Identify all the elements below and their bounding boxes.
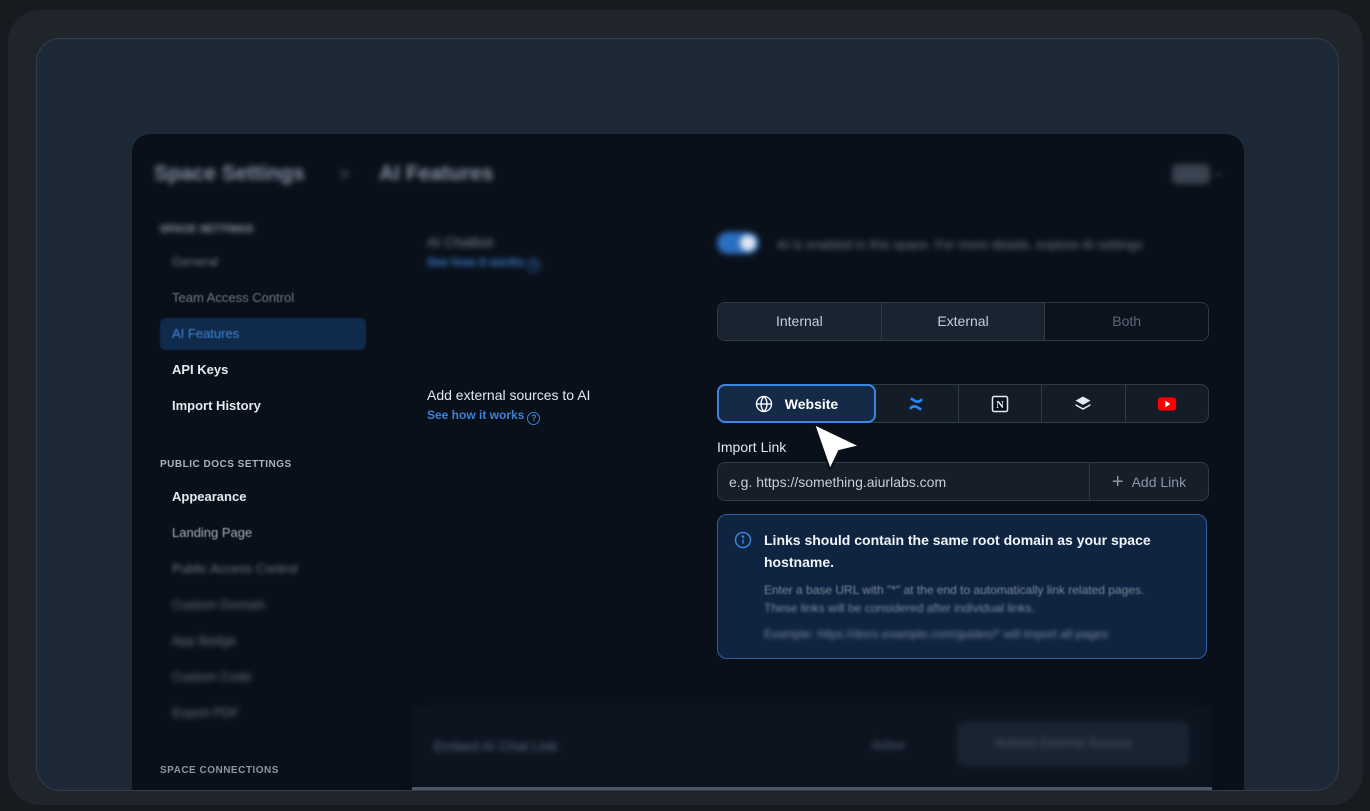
- breadcrumb-separator: >: [339, 164, 350, 184]
- source-tabs: Website N: [717, 384, 1209, 423]
- confluence-icon: [909, 396, 923, 411]
- sidebar-item-public-access-control[interactable]: Public Access Control: [160, 553, 366, 585]
- embed-chat-title: Embed AI Chat Link: [434, 738, 558, 754]
- plus-icon: +: [1111, 470, 1124, 493]
- info-box: Links should contain the same root domai…: [717, 514, 1207, 659]
- see-how-it-works-link[interactable]: See how it works?: [427, 408, 541, 425]
- tab-youtube[interactable]: [1126, 385, 1209, 422]
- add-link-button[interactable]: + Add Link: [1089, 463, 1208, 500]
- refresh-sources-button[interactable]: Refresh External Sources: [957, 722, 1189, 766]
- ai-chatbot-label: AI Chatbot: [427, 234, 494, 250]
- globe-icon: [755, 395, 772, 412]
- sidebar-item-custom-domain[interactable]: Custom Domain: [160, 589, 366, 621]
- layers-icon: [1075, 396, 1091, 410]
- horizontal-scrollbar[interactable]: [412, 787, 1212, 790]
- tab-confluence[interactable]: [875, 385, 959, 422]
- tab-notion[interactable]: N: [959, 385, 1042, 422]
- chevron-down-icon[interactable]: ⌄: [1213, 164, 1224, 180]
- ai-toggle-description: AI is enabled in this space. For more de…: [777, 237, 1143, 252]
- sidebar-item-general[interactable]: General: [160, 246, 366, 278]
- segment-external[interactable]: External: [881, 303, 1046, 340]
- mode-segmented-control: Internal External Both: [717, 302, 1209, 341]
- svg-text:N: N: [996, 399, 1004, 411]
- embed-chat-bar: Embed AI Chat Link Active Refresh Extern…: [412, 704, 1212, 790]
- sidebar-section-heading: SPACE SETTINGS: [160, 224, 254, 235]
- preview-stage: Space Settings > AI Features ⌄ SPACE SET…: [36, 38, 1339, 791]
- sidebar-item-export-pdf[interactable]: Export PDF: [160, 697, 366, 729]
- import-link-label: Import Link: [717, 439, 787, 455]
- notion-icon: N: [991, 395, 1008, 412]
- sidebar-item-custom-code[interactable]: Custom Code: [160, 661, 366, 693]
- sidebar: SPACE SETTINGS General Team Access Contr…: [132, 214, 392, 790]
- main-content: AI Chatbot See how it works? AI is enabl…: [392, 214, 1244, 790]
- sidebar-item-api-keys[interactable]: API Keys: [160, 354, 366, 386]
- import-link-field: + Add Link: [717, 462, 1209, 501]
- import-link-input[interactable]: [718, 463, 1089, 500]
- info-icon: [734, 531, 752, 549]
- sidebar-section-heading: SPACE CONNECTIONS: [160, 765, 279, 776]
- help-icon: ?: [527, 412, 541, 425]
- ai-toggle-switch[interactable]: [717, 232, 759, 254]
- page-title: AI Features: [379, 162, 494, 185]
- info-title: Links should contain the same root domai…: [764, 532, 1151, 570]
- status-text: Active: [872, 738, 905, 752]
- sidebar-item-import-history[interactable]: Import History: [160, 390, 366, 422]
- sidebar-item-appearance[interactable]: Appearance: [160, 481, 366, 513]
- youtube-icon: [1157, 396, 1176, 411]
- sidebar-item-team-access-control[interactable]: Team Access Control: [160, 282, 366, 314]
- segment-internal[interactable]: Internal: [718, 303, 882, 340]
- settings-window: Space Settings > AI Features ⌄ SPACE SET…: [132, 134, 1244, 790]
- info-body: Enter a base URL with "*" at the end to …: [764, 583, 1145, 641]
- tab-website[interactable]: Website: [717, 384, 876, 423]
- header-button[interactable]: [1172, 164, 1210, 184]
- help-icon: ?: [527, 259, 541, 272]
- sidebar-section-heading: PUBLIC DOCS SETTINGS: [160, 459, 292, 470]
- see-how-it-works-link[interactable]: See how it works?: [427, 255, 541, 272]
- sidebar-item-ai-features[interactable]: AI Features: [160, 318, 366, 350]
- sidebar-item-landing-page[interactable]: Landing Page: [160, 517, 366, 549]
- segment-both[interactable]: Both: [1045, 303, 1208, 340]
- sidebar-item-app-badge[interactable]: App Badge: [160, 625, 366, 657]
- header-title: Space Settings: [154, 162, 305, 185]
- mouse-cursor-icon: [813, 423, 861, 471]
- external-sources-label: Add external sources to AI: [427, 387, 591, 403]
- tab-layers[interactable]: [1042, 385, 1126, 422]
